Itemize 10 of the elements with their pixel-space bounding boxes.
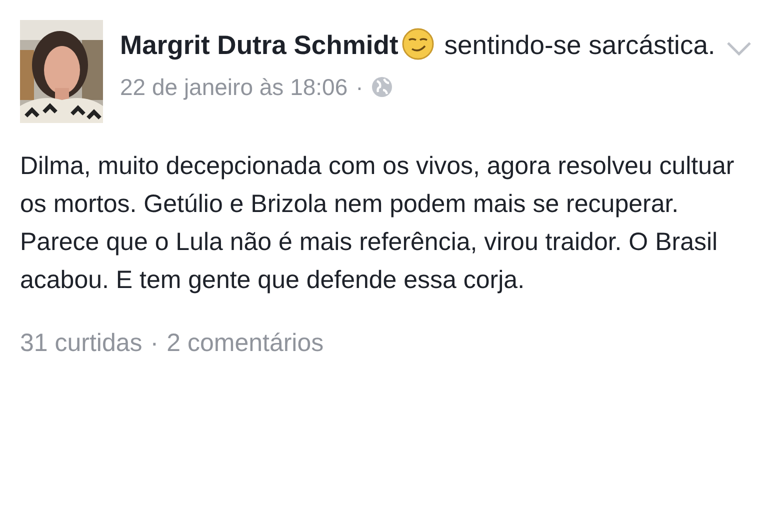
post-timestamp[interactable]: 22 de janeiro às 18:06 <box>120 72 348 102</box>
post-text: Dilma, muito decepcionada com os vivos, agora resolveu cultuar os mortos. Getúlio e Brizola nem podem mais se recuperar. Parece que o Lula não é mais referência, virou traidor. O Brasil acabou. E tem gente que defende essa corja. <box>20 151 736 296</box>
feeling-text: sentindo-se sarcástica. <box>444 30 716 60</box>
likes-count[interactable]: 31 curtidas <box>20 325 142 362</box>
comments-count[interactable]: 2 comentários <box>166 325 324 362</box>
separator-dot: · <box>150 328 159 359</box>
smirk-face-icon <box>402 28 434 60</box>
author-name[interactable]: Margrit Dutra Schmidt <box>120 30 398 60</box>
separator-dot: · <box>356 73 364 102</box>
globe-icon <box>371 76 394 98</box>
